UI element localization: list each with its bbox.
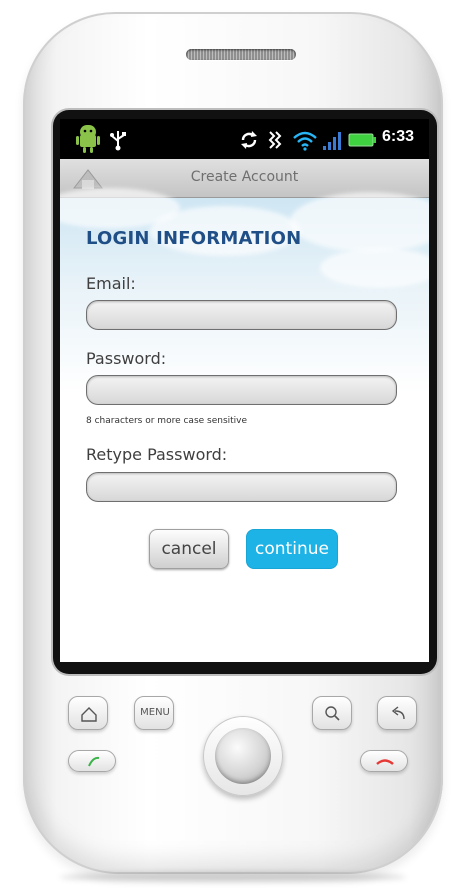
home-icon [81, 707, 97, 722]
page-title: Create Account [190, 169, 299, 185]
continue-button[interactable]: continue [246, 529, 338, 569]
section-title: LOGIN INFORMATION [86, 228, 302, 249]
end-call-button[interactable] [360, 750, 408, 772]
search-button[interactable] [312, 696, 352, 730]
end-call-icon [376, 759, 394, 765]
back-button[interactable] [377, 696, 417, 730]
login-form: LOGIN INFORMATION Email: Password: 8 cha… [60, 188, 429, 662]
search-icon [325, 706, 340, 721]
phone-shadow [60, 872, 406, 882]
status-bar: 6:33 [60, 119, 429, 159]
password-label: Password: [86, 349, 167, 368]
earpiece-speaker [186, 49, 296, 60]
sync-icon [241, 131, 257, 149]
email-field[interactable] [86, 300, 397, 330]
password-field[interactable] [86, 375, 397, 405]
password-hint: 8 characters or more case sensitive [86, 416, 248, 426]
retype-password-label: Retype Password: [86, 445, 228, 464]
menu-label: MENU [140, 707, 170, 718]
trackball[interactable] [215, 728, 271, 784]
status-time: 6:33 [382, 128, 415, 145]
retype-password-field[interactable] [86, 472, 397, 502]
call-icon [88, 756, 100, 767]
sky-cloud [320, 248, 429, 288]
android-icon [76, 125, 100, 153]
back-arrow-icon [391, 706, 405, 720]
phone-screen: 6:33 Create Account LOGIN INFORMATION Em… [60, 119, 429, 662]
call-button[interactable] [68, 750, 116, 772]
sky-cloud [290, 192, 429, 252]
vibrate-icon [268, 131, 282, 149]
battery-icon [348, 133, 376, 147]
cancel-button[interactable]: cancel [149, 529, 229, 569]
home-button[interactable] [68, 696, 108, 730]
usb-icon [110, 131, 126, 151]
wifi-icon [293, 131, 317, 151]
email-label: Email: [86, 274, 136, 293]
menu-button[interactable]: MENU [134, 696, 174, 730]
signal-icon [323, 132, 341, 150]
